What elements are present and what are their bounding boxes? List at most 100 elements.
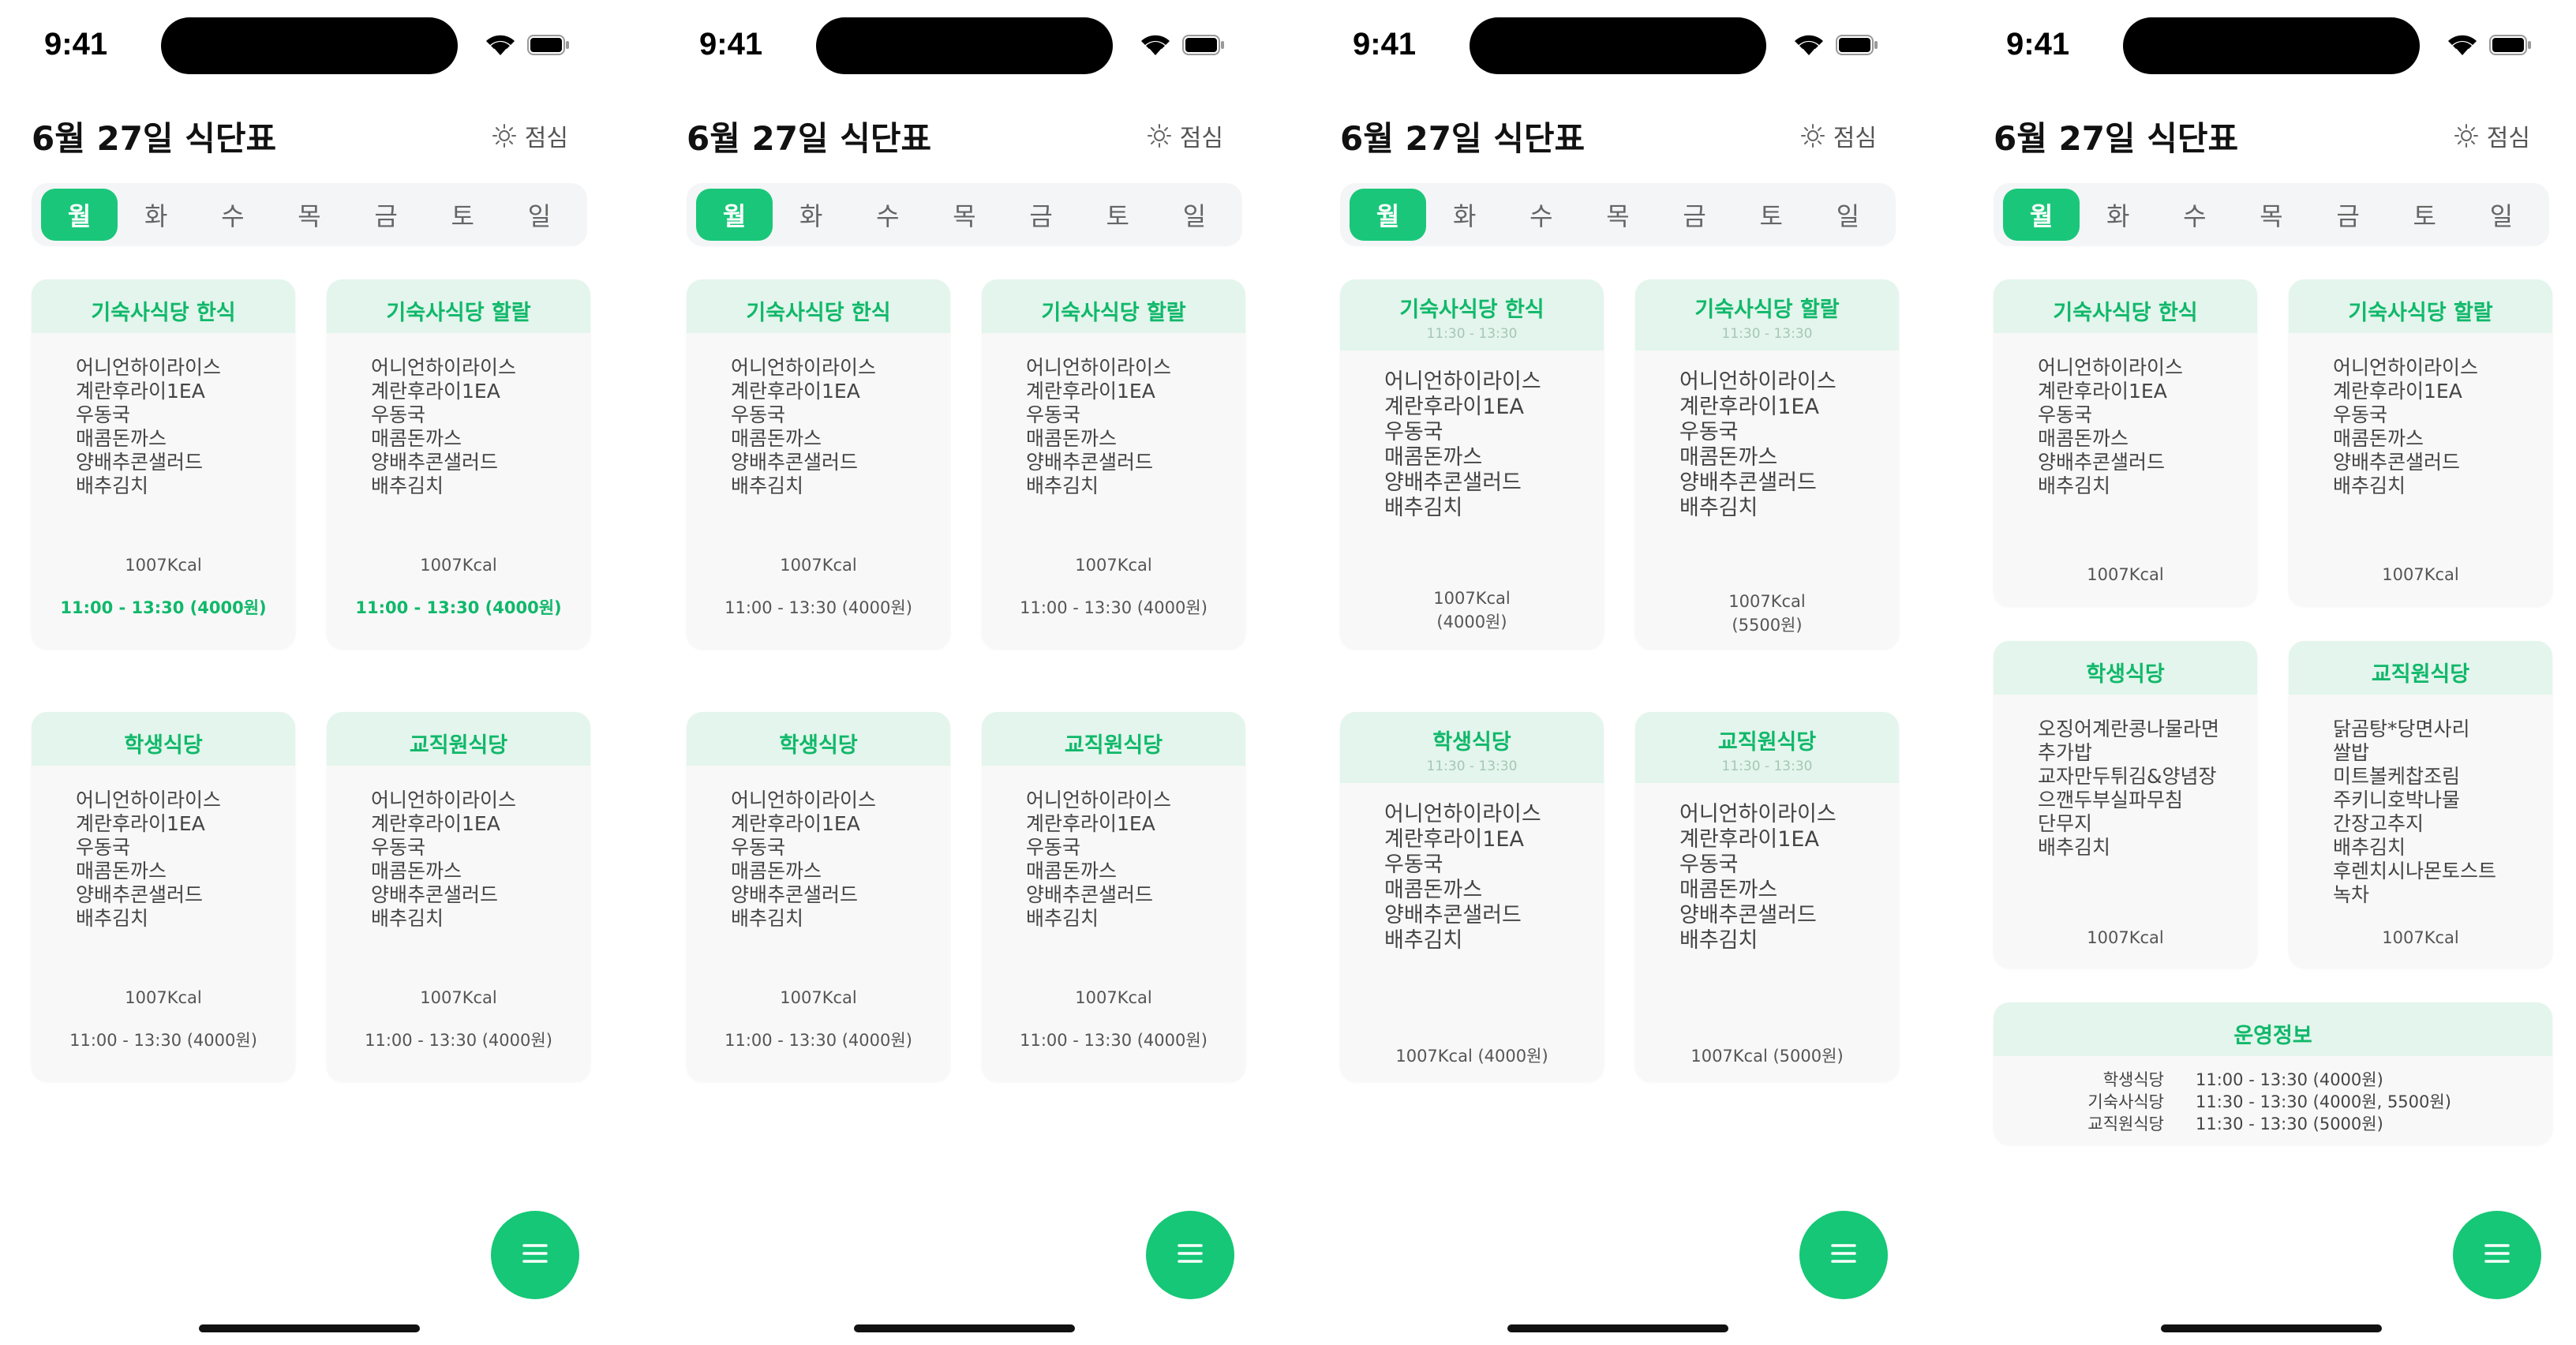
- cafeteria-card-faculty[interactable]: 교직원식당 어니언하이라이스 계란후라이1EA 우동국 매콤돈까스 양배추콘샐러드 배추김치…: [327, 712, 590, 1081]
- day-tab-6[interactable]: 일: [1810, 189, 1886, 241]
- day-tab-1[interactable]: 화: [1426, 189, 1503, 241]
- day-tab-2[interactable]: 수: [2156, 189, 2233, 241]
- card-header: 교직원식당 11:30 - 13:30: [1635, 712, 1899, 783]
- menu-item: 배추김치: [1026, 474, 1099, 497]
- day-tab-5[interactable]: 토: [425, 189, 501, 241]
- day-tab-0[interactable]: 월: [2003, 189, 2080, 241]
- menu-item: 양배추콘샐러드: [1026, 451, 1154, 474]
- page-title: 6월 27일 식단표: [1340, 119, 1586, 158]
- day-tab-6[interactable]: 일: [1156, 189, 1233, 241]
- cafeteria-card-student[interactable]: 학생식당 오징어계란콩나물라면 추가밥 교자만두튀김&양념장 으깬두부실파무침 단무지 배추…: [1994, 641, 2257, 968]
- day-tab-5[interactable]: 토: [1733, 189, 1810, 241]
- menu-fab-button[interactable]: [1799, 1211, 1888, 1299]
- day-tab-6[interactable]: 일: [2463, 189, 2540, 241]
- dynamic-island: [816, 17, 1113, 74]
- menu-item: 배추김치: [1679, 496, 1758, 520]
- menu-item: 계란후라이1EA: [371, 380, 500, 403]
- menu-item: 매콤돈까스: [1026, 427, 1118, 450]
- menu-item: 어니언하이라이스: [731, 789, 877, 811]
- menu-item: 양배추콘샐러드: [1384, 470, 1522, 495]
- day-tab-6[interactable]: 일: [501, 189, 578, 241]
- menu-item: 배추김치: [76, 907, 149, 930]
- dynamic-island: [1470, 17, 1766, 74]
- day-tab-4[interactable]: 금: [1657, 189, 1733, 241]
- cafeteria-card-dorm-halal[interactable]: 기숙사식당 할랄 어니언하이라이스 계란후라이1EA 우동국 매콤돈까스 양배추콘샐러드 배…: [982, 279, 1245, 649]
- menu-item: 양배추콘샐러드: [2333, 451, 2461, 474]
- price-label: 11:00 - 13:30 (4000원): [724, 1031, 912, 1050]
- menu-item: 우동국: [371, 836, 426, 859]
- menu-item: 배추김치: [1384, 496, 1463, 520]
- menu-icon: [2481, 1238, 2513, 1272]
- cafeteria-card-student[interactable]: 학생식당 어니언하이라이스 계란후라이1EA 우동국 매콤돈까스 양배추콘샐러드 배추김치 1…: [32, 712, 295, 1081]
- menu-fab-button[interactable]: [491, 1211, 579, 1299]
- menu-item: 추가밥: [2038, 741, 2093, 764]
- menu-item: 주키니호박나물: [2333, 789, 2461, 811]
- cafeteria-card-faculty[interactable]: 교직원식당 11:30 - 13:30 어니언하이라이스 계란후라이1EA 우동국 매콤돈…: [1635, 712, 1899, 1081]
- day-tab-1[interactable]: 화: [118, 189, 194, 241]
- wifi-icon: [1792, 32, 1826, 58]
- cafeteria-card-faculty[interactable]: 교직원식당 닭곰탕*당면사리 쌀밥 미트볼케찹조림 주키니호박나물 간장고추지 배추김치 후렌…: [2289, 641, 2552, 968]
- menu-fab-button[interactable]: [2453, 1211, 2541, 1299]
- card-header: 교직원식당: [982, 712, 1245, 766]
- card-title: 학생식당: [1432, 730, 1511, 755]
- day-tab-4[interactable]: 금: [348, 189, 425, 241]
- wifi-icon: [1138, 32, 1173, 58]
- menu-item: 단무지: [2038, 812, 2093, 835]
- meal-toggle-button[interactable]: 점심: [1147, 118, 1223, 153]
- card-title: 교직원식당: [409, 733, 508, 758]
- wifi-icon: [483, 32, 518, 58]
- day-tab-2[interactable]: 수: [194, 189, 271, 241]
- day-tab-0[interactable]: 월: [696, 189, 773, 241]
- menu-fab-button[interactable]: [1146, 1211, 1234, 1299]
- day-tab-3[interactable]: 목: [271, 189, 347, 241]
- info-name: 교직원식당: [2087, 1115, 2164, 1133]
- day-tab-3[interactable]: 목: [926, 189, 1002, 241]
- cafeteria-card-dorm-korean[interactable]: 기숙사식당 한식 11:30 - 13:30 어니언하이라이스 계란후라이1EA 우동국…: [1340, 279, 1604, 649]
- menu-item: 매콤돈까스: [76, 860, 167, 882]
- day-tab-1[interactable]: 화: [2080, 189, 2156, 241]
- menu-item: 양배추콘샐러드: [371, 883, 499, 906]
- cafeteria-card-dorm-korean[interactable]: 기숙사식당 한식 어니언하이라이스 계란후라이1EA 우동국 매콤돈까스 양배추콘샐러드 배…: [1994, 279, 2257, 606]
- day-tab-3[interactable]: 목: [1579, 189, 1656, 241]
- day-tab-2[interactable]: 수: [1503, 189, 1579, 241]
- card-header: 기숙사식당 한식: [32, 279, 295, 333]
- day-tab-2[interactable]: 수: [849, 189, 926, 241]
- day-tab-1[interactable]: 화: [773, 189, 849, 241]
- meal-label: 점심: [1833, 125, 1877, 152]
- phone-screen-3: 9:41 6월 27일 식단표 점심 월 화 수 목 금 토 일 기숙사식당 한식 11:30 - 1…: [1309, 0, 1900, 1345]
- cafeteria-card-student[interactable]: 학생식당 11:30 - 13:30 어니언하이라이스 계란후라이1EA 우동국 매콤돈까…: [1340, 712, 1604, 1081]
- cafeteria-card-dorm-korean[interactable]: 기숙사식당 한식 어니언하이라이스 계란후라이1EA 우동국 매콤돈까스 양배추콘샐러드 배…: [687, 279, 950, 649]
- menu-item: 계란후라이1EA: [1679, 827, 1819, 852]
- page-title: 6월 27일 식단표: [1994, 119, 2239, 158]
- cafeteria-card-faculty[interactable]: 교직원식당 어니언하이라이스 계란후라이1EA 우동국 매콤돈까스 양배추콘샐러드 배추김치…: [982, 712, 1245, 1081]
- menu-item: 양배추콘샐러드: [76, 451, 204, 474]
- home-indicator: [854, 1324, 1075, 1332]
- cafeteria-card-dorm-halal[interactable]: 기숙사식당 할랄 어니언하이라이스 계란후라이1EA 우동국 매콤돈까스 양배추콘샐러드 배…: [327, 279, 590, 649]
- day-tab-0[interactable]: 월: [1350, 189, 1427, 241]
- kcal-label: 1007Kcal: [420, 988, 497, 1007]
- day-tab-5[interactable]: 토: [1080, 189, 1156, 241]
- menu-list: 닭곰탕*당면사리 쌀밥 미트볼케찹조림 주키니호박나물 간장고추지 배추김치 후렌치시나몬토…: [2333, 717, 2496, 907]
- meal-toggle-button[interactable]: 점심: [2454, 118, 2530, 153]
- meal-toggle-button[interactable]: 점심: [492, 118, 568, 153]
- kcal-label: 1007Kcal: [1075, 556, 1152, 575]
- menu-item: 어니언하이라이스: [371, 356, 517, 379]
- kcal-label: 1007Kcal: [780, 556, 857, 575]
- cafeteria-card-student[interactable]: 학생식당 어니언하이라이스 계란후라이1EA 우동국 매콤돈까스 양배추콘샐러드 배추김치 1…: [687, 712, 950, 1081]
- cafeteria-card-dorm-korean[interactable]: 기숙사식당 한식 어니언하이라이스 계란후라이1EA 우동국 매콤돈까스 양배추콘샐러드 배…: [32, 279, 295, 649]
- day-tab-3[interactable]: 목: [2233, 189, 2309, 241]
- day-tab-4[interactable]: 금: [2310, 189, 2387, 241]
- battery-icon: [1182, 35, 1225, 55]
- day-tab-5[interactable]: 토: [2387, 189, 2463, 241]
- cafeteria-card-dorm-halal[interactable]: 기숙사식당 할랄 어니언하이라이스 계란후라이1EA 우동국 매콤돈까스 양배추콘샐러드 배…: [2289, 279, 2552, 606]
- card-header: 기숙사식당 할랄 11:30 - 13:30: [1635, 279, 1899, 350]
- cafeteria-card-dorm-halal[interactable]: 기숙사식당 할랄 11:30 - 13:30 어니언하이라이스 계란후라이1EA 우동국…: [1635, 279, 1899, 649]
- day-tabs: 월화수목금토일: [1340, 183, 1896, 246]
- menu-item: 어니언하이라이스: [1679, 369, 1837, 394]
- meal-toggle-button[interactable]: 점심: [1800, 118, 1877, 153]
- sun-icon: [1147, 123, 1172, 148]
- day-tab-4[interactable]: 금: [1003, 189, 1080, 241]
- menu-item: 배추김치: [371, 474, 444, 497]
- day-tab-0[interactable]: 월: [41, 189, 118, 241]
- card-header: 학생식당 11:30 - 13:30: [1340, 712, 1604, 783]
